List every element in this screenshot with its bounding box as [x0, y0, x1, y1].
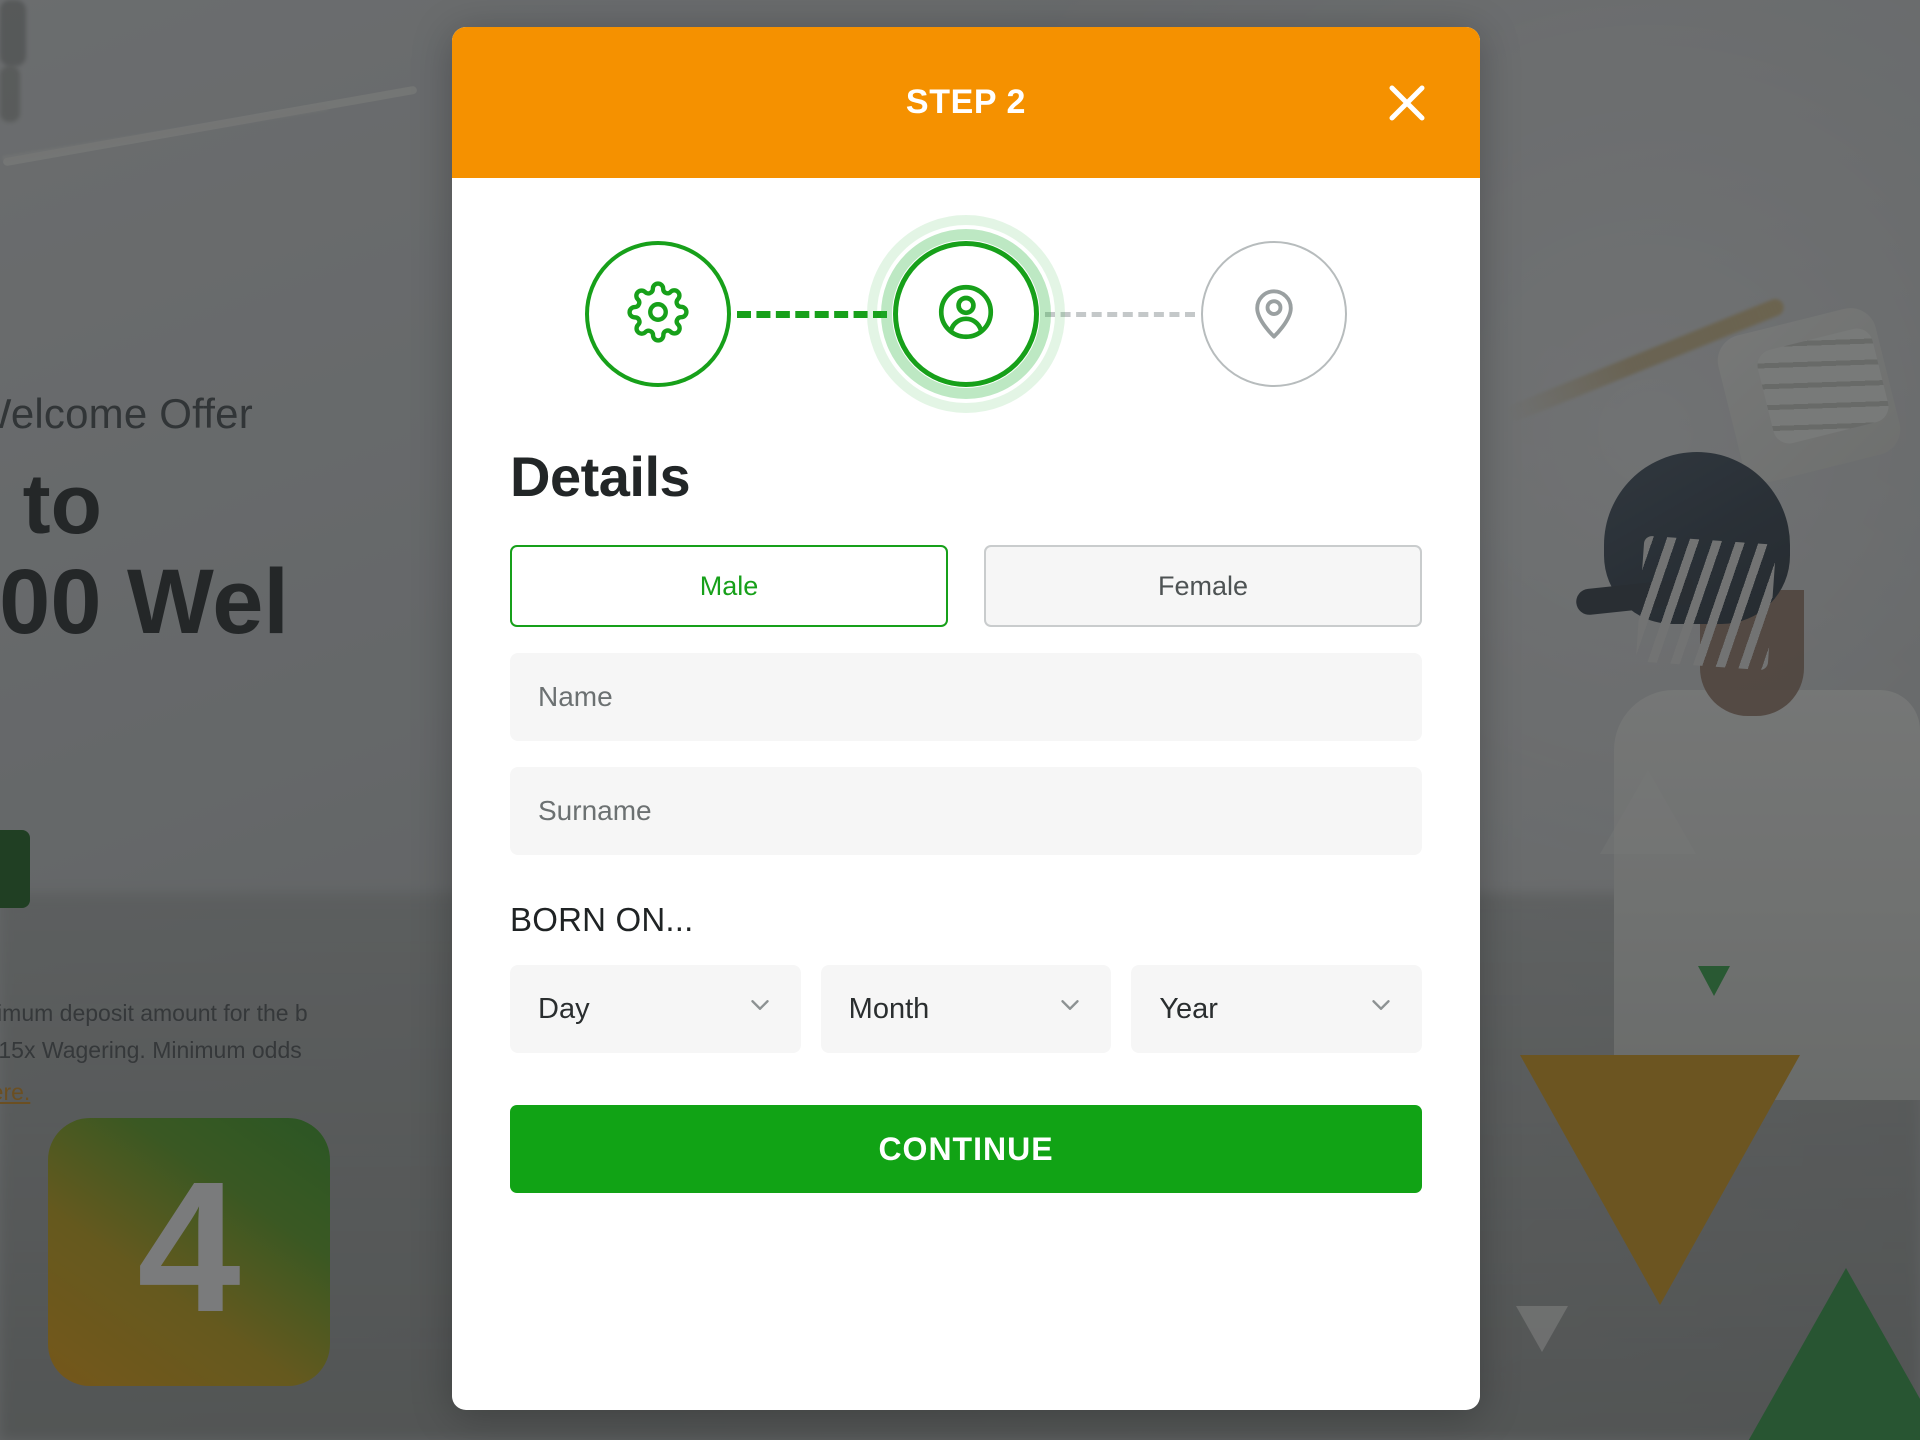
surname-input[interactable]: Surname — [510, 767, 1422, 855]
gender-option-female[interactable]: Female — [984, 545, 1422, 627]
modal-header: STEP 2 — [452, 27, 1480, 178]
step-2-details[interactable] — [867, 215, 1065, 413]
day-select[interactable]: Day — [510, 965, 801, 1053]
registration-modal: STEP 2 Details Male Female Name Surname … — [452, 27, 1480, 1410]
modal-body: Details Male Female Name Surname BORN ON… — [452, 178, 1480, 1410]
name-input[interactable]: Name — [510, 653, 1422, 741]
gender-selector: Male Female — [510, 545, 1422, 627]
date-of-birth-row: Day Month Year — [510, 965, 1423, 1053]
gear-icon — [627, 280, 689, 348]
month-select[interactable]: Month — [820, 965, 1112, 1053]
continue-button[interactable]: CONTINUE — [510, 1105, 1422, 1193]
stepper-connector-completed — [737, 310, 887, 318]
step-3-location[interactable] — [1201, 241, 1347, 387]
close-icon[interactable] — [1380, 76, 1434, 130]
progress-stepper — [510, 215, 1422, 413]
name-input-placeholder: Name — [538, 681, 613, 712]
chevron-down-icon — [1366, 990, 1396, 1028]
surname-input-placeholder: Surname — [538, 795, 652, 826]
step-1-settings[interactable] — [585, 241, 731, 387]
year-select[interactable]: Year — [1131, 965, 1423, 1053]
year-select-value: Year — [1159, 992, 1218, 1025]
modal-title: STEP 2 — [905, 83, 1027, 121]
user-icon — [933, 279, 999, 350]
gender-option-male[interactable]: Male — [510, 545, 948, 627]
stepper-connector-upcoming — [1045, 311, 1195, 317]
month-select-value: Month — [848, 992, 930, 1025]
location-pin-icon — [1243, 281, 1305, 348]
page-root: t Welcome Offer o to 000 Wel minimum dep… — [0, 0, 1920, 1440]
chevron-down-icon — [1055, 990, 1085, 1028]
chevron-down-icon — [745, 990, 775, 1028]
born-on-label: BORN ON... — [510, 901, 694, 938]
page-title: Details — [510, 445, 691, 508]
day-select-value: Day — [538, 992, 590, 1025]
